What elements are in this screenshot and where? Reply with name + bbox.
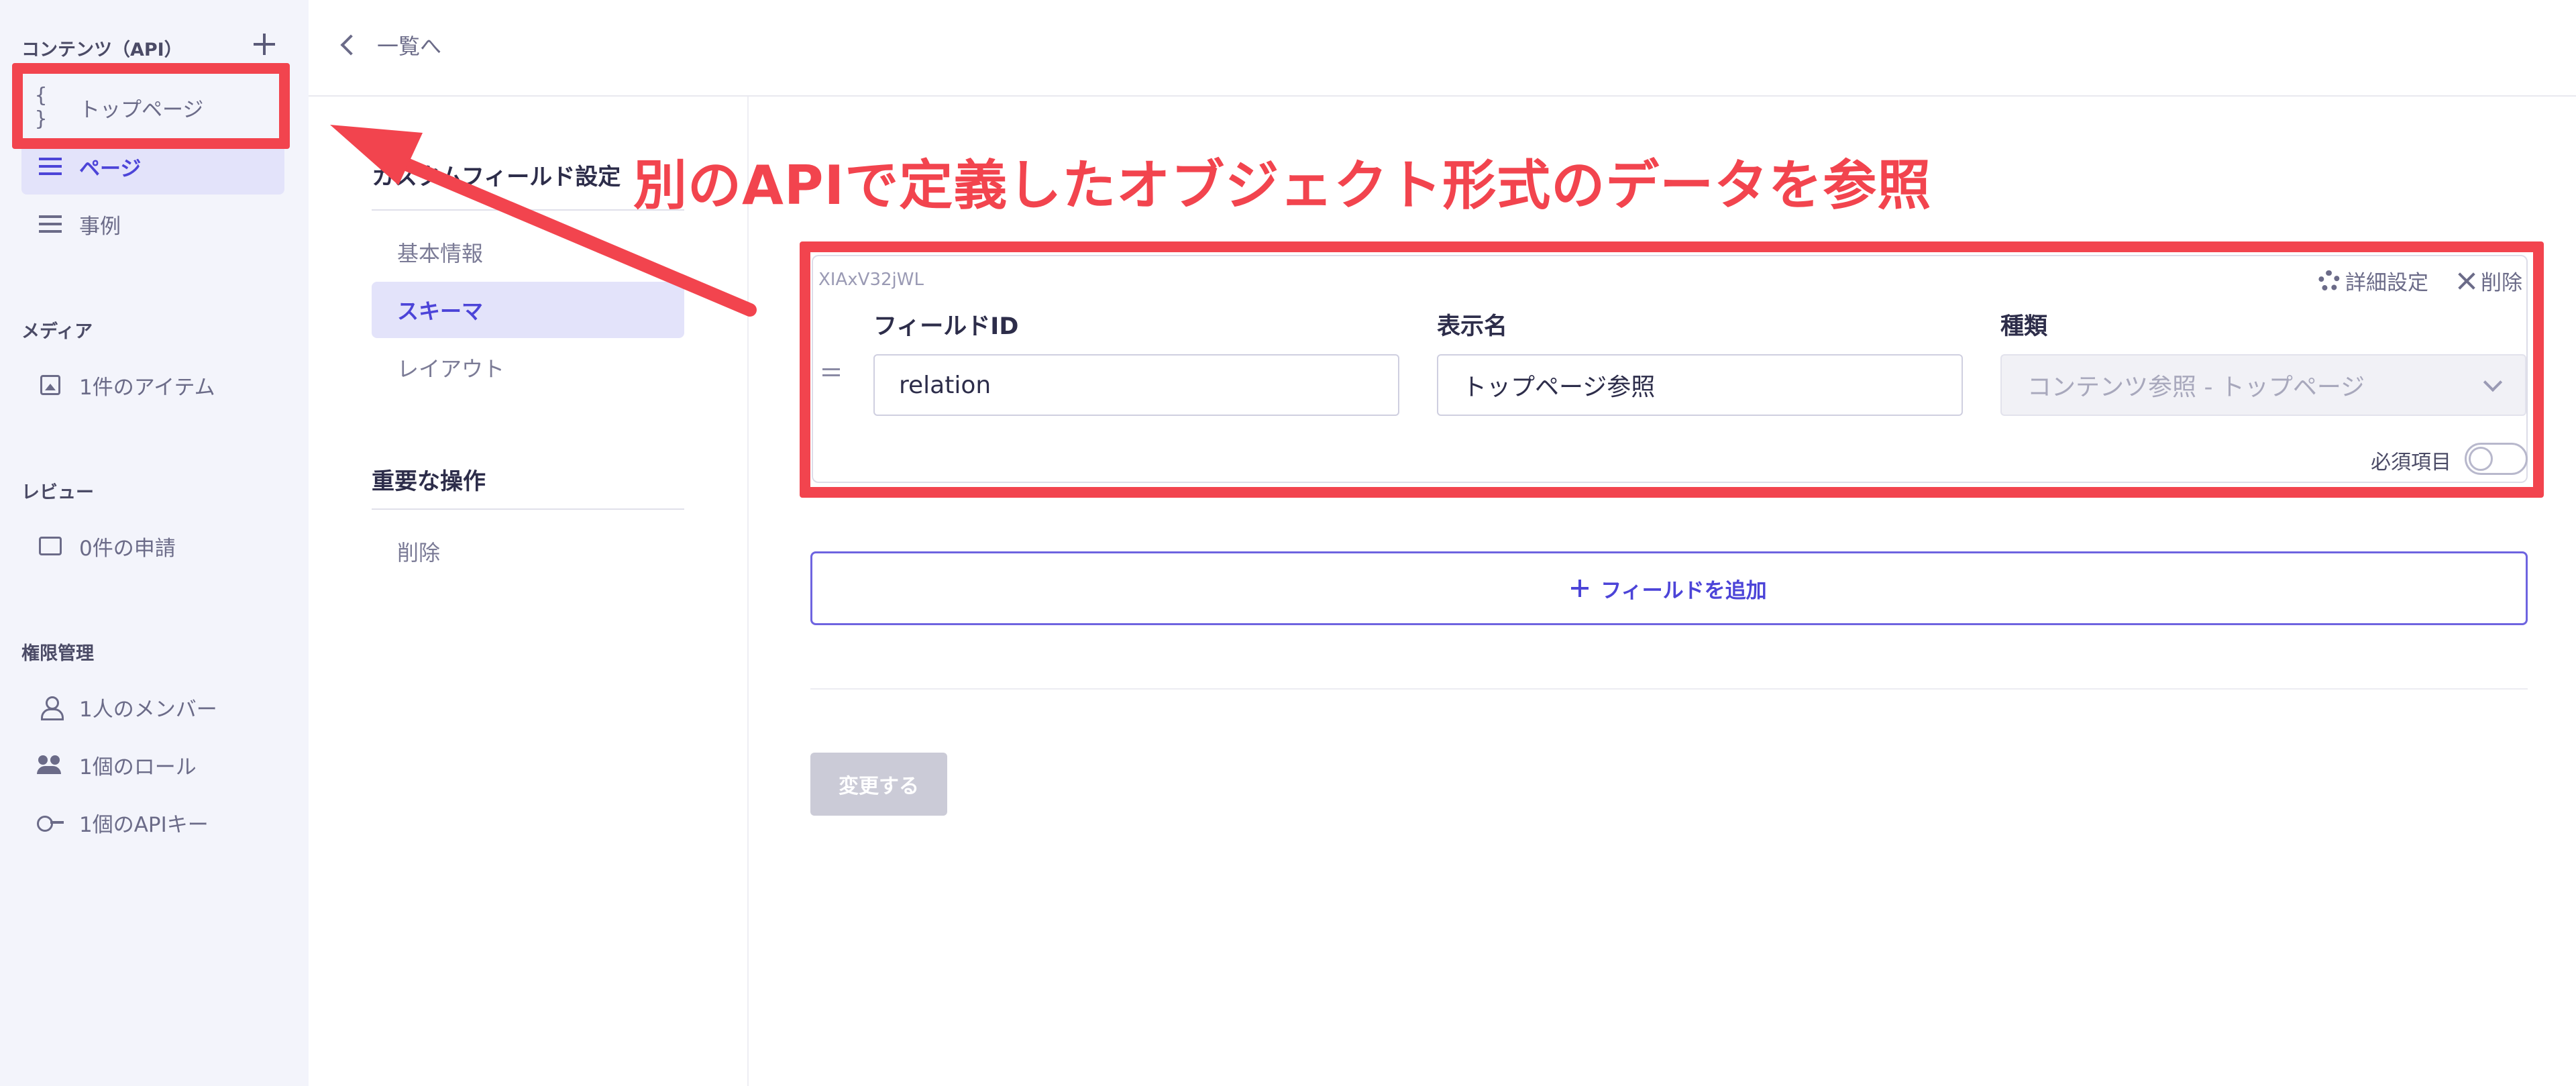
sidebar-item-members[interactable]: 1人のメンバー [21,679,284,735]
divider [810,688,2528,690]
media-section-header: メディア [21,321,93,342]
plus-icon [1571,580,1589,597]
image-icon [35,372,66,398]
top-bar: 一覧へ [309,0,2576,97]
back-link[interactable]: 一覧へ [340,30,442,60]
add-field-button[interactable]: フィールドを追加 [810,551,2528,625]
sidebar-item-label: 1件のアイテム [79,375,215,400]
sidebar-item-api-keys[interactable]: 1個のAPIキー [21,794,284,851]
sidebar-item-cases[interactable]: 事例 [21,196,284,252]
back-link-label: 一覧へ [377,34,442,59]
add-field-label: フィールドを追加 [1601,578,1767,603]
person-icon [35,694,66,720]
nav-item-delete[interactable]: 削除 [372,523,684,580]
sidebar-item-media[interactable]: 1件のアイテム [21,357,284,413]
list-icon [35,153,66,180]
danger-section-header: 重要な操作 [372,468,486,495]
settings-nav: カスタムフィールド設定 基本情報 スキーマ レイアウト 重要な操作 削除 [309,97,749,1086]
sidebar-item-label: 1個のロール [79,755,197,779]
sidebar-item-label: 1人のメンバー [79,697,217,722]
review-section-header: レビュー [21,482,94,503]
sidebar: コンテンツ（API） { } トップページ ページ 事例 メディア 1件のアイテ… [0,0,309,1086]
divider [372,508,684,510]
add-api-button[interactable] [250,30,279,59]
permission-section-header: 権限管理 [21,643,94,664]
nav-item-schema[interactable]: スキーマ [372,282,684,338]
nav-item-layout[interactable]: レイアウト [372,339,684,396]
nav-item-basic-info[interactable]: 基本情報 [372,224,684,280]
chevron-left-icon [340,34,362,56]
chat-icon [35,533,66,559]
sidebar-item-label: 1個のAPIキー [79,812,209,837]
custom-field-settings-header: カスタムフィールド設定 [372,164,621,191]
save-button[interactable]: 変更する [810,753,947,816]
highlight-box-top-page [12,63,290,149]
sidebar-item-label: 事例 [79,214,121,239]
sidebar-item-roles[interactable]: 1個のロール [21,737,284,793]
annotation-text: 別のAPIで定義したオブジェクト形式のデータを参照 [633,154,1932,217]
key-icon [35,809,66,836]
highlight-box-field [800,241,2544,498]
sidebar-item-label: ページ [79,156,142,181]
list-icon [35,211,66,237]
people-icon [35,751,66,778]
sidebar-item-review[interactable]: 0件の申請 [21,518,284,574]
sidebar-item-label: 0件の申請 [79,536,176,561]
contents-section-header: コンテンツ（API） [21,40,182,60]
